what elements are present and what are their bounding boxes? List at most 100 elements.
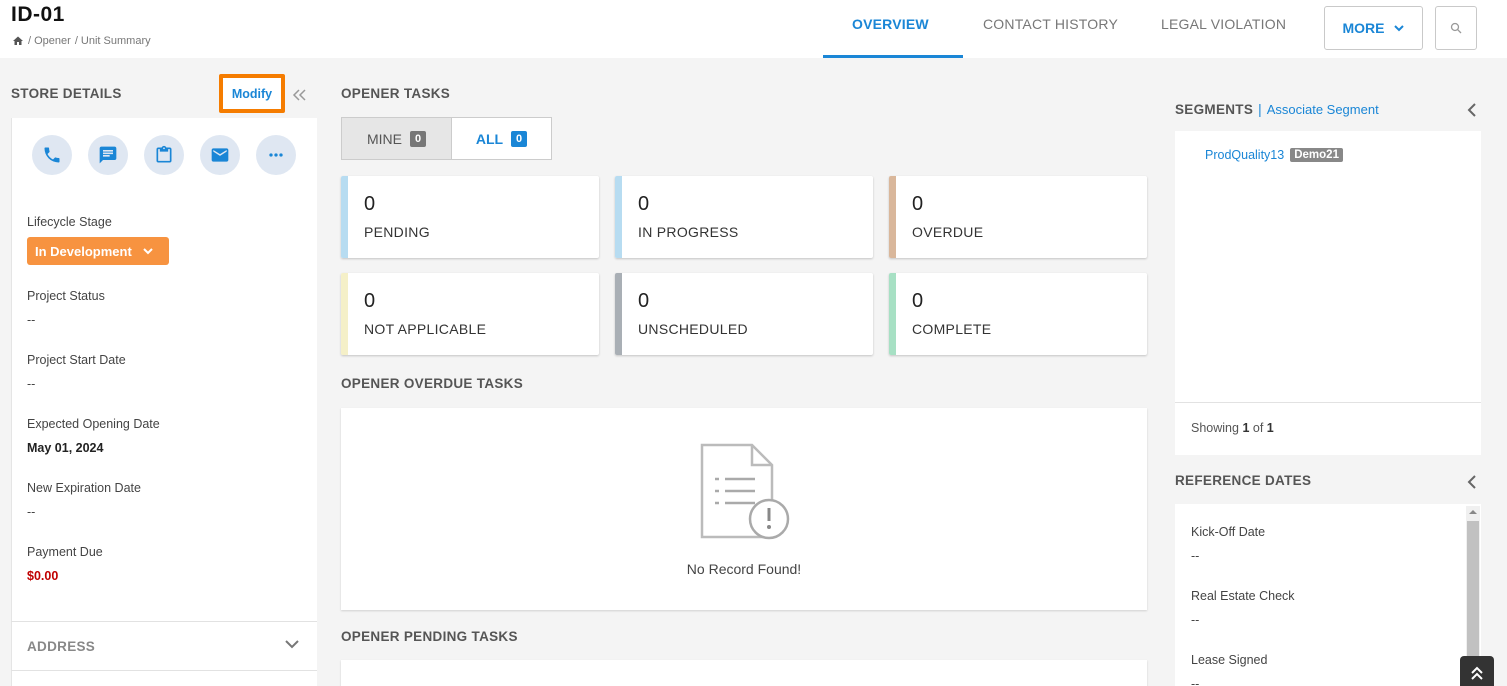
divider — [1175, 402, 1481, 403]
segment-item: ProdQuality13 Demo21 — [1205, 148, 1343, 162]
modify-button[interactable]: Modify — [223, 78, 281, 109]
project-start-value: -- — [27, 377, 36, 391]
lease-signed-value: -- — [1191, 677, 1200, 686]
store-details-title: STORE DETAILS — [11, 86, 122, 101]
collapse-left-icon[interactable] — [290, 86, 308, 104]
expected-opening-value: May 01, 2024 — [27, 441, 104, 455]
filter-all-button[interactable]: ALL 0 — [452, 118, 551, 159]
overdue-tasks-title: OPENER OVERDUE TASKS — [341, 376, 524, 391]
showing-of: of — [1252, 421, 1264, 435]
showing-total: 1 — [1266, 421, 1274, 435]
filter-mine-label: MINE — [366, 130, 402, 147]
more-actions-button[interactable] — [256, 135, 296, 175]
segment-name-link[interactable]: ProdQuality13 — [1205, 148, 1284, 162]
address-section-title[interactable]: ADDRESS — [27, 639, 95, 654]
divider — [11, 621, 317, 622]
store-details-card — [11, 118, 317, 686]
more-label: MORE — [1342, 20, 1385, 36]
chevron-left-icon[interactable] — [1464, 101, 1480, 119]
task-filter-toggle: MINE 0 ALL 0 — [341, 117, 552, 160]
showing-prefix: Showing — [1191, 421, 1239, 435]
segments-title: SEGMENTS — [1175, 102, 1254, 117]
breadcrumb: / Opener / Unit Summary — [12, 35, 151, 47]
lifecycle-stage-label: Lifecycle Stage — [27, 215, 112, 229]
stat-count: 0 — [364, 193, 376, 215]
breadcrumb-opener[interactable]: / Opener — [28, 35, 71, 47]
all-count-badge: 0 — [511, 130, 528, 147]
stat-count: 0 — [638, 290, 650, 312]
status-color-bar — [341, 176, 348, 258]
stat-card-unscheduled[interactable]: 0 UNSCHEDULED — [615, 273, 873, 355]
phone-icon — [44, 147, 60, 163]
reference-dates-title: REFERENCE DATES — [1175, 473, 1312, 488]
breadcrumb-unit-summary: / Unit Summary — [74, 35, 151, 47]
status-color-bar — [615, 273, 622, 355]
project-status-value: -- — [27, 313, 36, 327]
more-icon — [269, 153, 283, 157]
mine-count-badge: 0 — [409, 130, 427, 147]
scroll-to-top-button[interactable] — [1460, 656, 1494, 686]
chevron-down-icon — [1393, 25, 1404, 32]
stat-label: COMPLETE — [912, 321, 992, 337]
status-color-bar — [889, 273, 896, 355]
stat-count: 0 — [638, 193, 650, 215]
stat-card-complete[interactable]: 0 COMPLETE — [889, 273, 1147, 355]
chat-icon — [99, 146, 117, 164]
opener-tasks-title: OPENER TASKS — [341, 86, 451, 101]
tab-legal-violation[interactable]: LEGAL VIOLATION — [1161, 16, 1286, 32]
more-button[interactable]: MORE — [1324, 6, 1423, 50]
filter-mine-button[interactable]: MINE 0 — [342, 118, 452, 159]
real-estate-check-label: Real Estate Check — [1191, 589, 1295, 603]
stat-label: IN PROGRESS — [638, 224, 739, 240]
divider — [11, 670, 317, 671]
stat-count: 0 — [912, 290, 924, 312]
stat-label: OVERDUE — [912, 224, 984, 240]
stat-card-not-applicable[interactable]: 0 NOT APPLICABLE — [341, 273, 599, 355]
task-button[interactable] — [144, 135, 184, 175]
chevron-left-icon[interactable] — [1464, 473, 1480, 491]
tab-contact-history[interactable]: CONTACT HISTORY — [983, 16, 1118, 32]
new-expiration-value: -- — [27, 505, 36, 519]
status-color-bar — [341, 273, 348, 355]
segments-card — [1175, 131, 1481, 455]
tab-overview[interactable]: OVERVIEW — [852, 16, 929, 32]
empty-state-text: No Record Found! — [686, 561, 802, 577]
clipboard-icon — [156, 145, 172, 163]
email-button[interactable] — [200, 135, 240, 175]
pending-tasks-title: OPENER PENDING TASKS — [341, 629, 518, 644]
project-status-label: Project Status — [27, 289, 105, 303]
call-button[interactable] — [32, 135, 72, 175]
lifecycle-stage-dropdown[interactable]: In Development — [27, 237, 169, 265]
home-icon[interactable] — [12, 35, 24, 47]
scroll-up-arrow-icon[interactable] — [1468, 507, 1478, 517]
chevron-down-icon — [143, 248, 153, 255]
expected-opening-label: Expected Opening Date — [27, 417, 160, 431]
showing-current: 1 — [1242, 421, 1250, 435]
message-button[interactable] — [88, 135, 128, 175]
associate-segment-link[interactable]: Associate Segment — [1267, 102, 1379, 117]
stat-card-overdue[interactable]: 0 OVERDUE — [889, 176, 1147, 258]
lease-signed-label: Lease Signed — [1191, 653, 1268, 667]
search-button[interactable] — [1435, 6, 1477, 50]
stat-label: UNSCHEDULED — [638, 321, 748, 337]
stat-label: NOT APPLICABLE — [364, 321, 487, 337]
pagination-info: Showing 1 of 1 — [1191, 421, 1274, 435]
stat-card-pending[interactable]: 0 PENDING — [341, 176, 599, 258]
stat-count: 0 — [364, 290, 376, 312]
empty-document-icon — [700, 443, 790, 540]
project-start-label: Project Start Date — [27, 353, 126, 367]
status-color-bar — [615, 176, 622, 258]
active-tab-indicator — [823, 55, 963, 58]
new-expiration-label: New Expiration Date — [27, 481, 141, 495]
search-icon — [1450, 22, 1462, 34]
status-color-bar — [889, 176, 896, 258]
lifecycle-stage-value: In Development — [35, 243, 132, 259]
stat-label: PENDING — [364, 224, 430, 240]
payment-due-label: Payment Due — [27, 545, 103, 559]
page-title: ID-01 — [11, 3, 65, 26]
double-chevron-up-icon — [1471, 666, 1483, 680]
mail-icon — [211, 148, 229, 162]
modify-highlight: Modify — [219, 74, 285, 113]
chevron-down-icon[interactable] — [284, 636, 300, 652]
stat-card-in-progress[interactable]: 0 IN PROGRESS — [615, 176, 873, 258]
